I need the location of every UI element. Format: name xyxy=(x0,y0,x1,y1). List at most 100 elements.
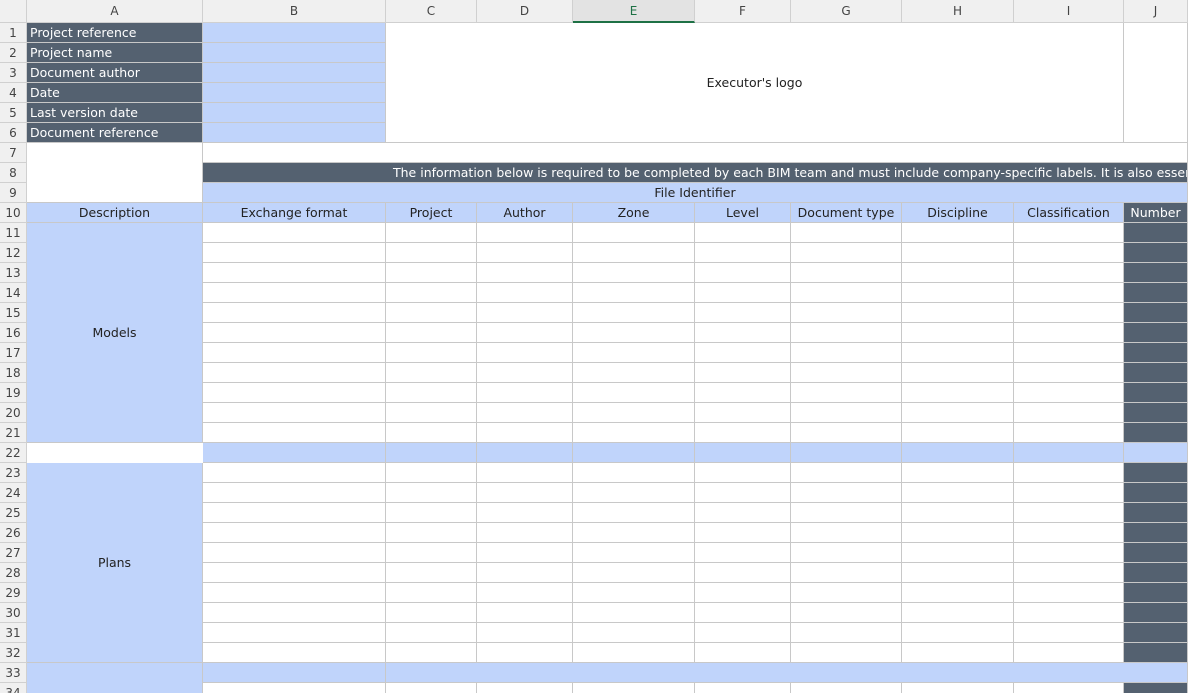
data-cell[interactable] xyxy=(695,283,791,303)
data-cell[interactable] xyxy=(791,563,902,583)
row-header-29[interactable]: 29 xyxy=(0,583,27,603)
data-cell[interactable] xyxy=(477,683,573,693)
row-header-6[interactable]: 6 xyxy=(0,123,27,143)
data-cell[interactable] xyxy=(695,683,791,693)
data-cell[interactable] xyxy=(1124,243,1188,263)
cell-J1[interactable] xyxy=(1124,23,1188,143)
data-cell[interactable] xyxy=(1124,563,1188,583)
row-header-18[interactable]: 18 xyxy=(0,363,27,383)
data-cell[interactable] xyxy=(386,543,477,563)
separator-cell[interactable] xyxy=(386,443,477,463)
data-cell[interactable] xyxy=(1124,343,1188,363)
cell-A7[interactable] xyxy=(27,143,203,203)
row-header-7[interactable]: 7 xyxy=(0,143,27,163)
data-cell[interactable] xyxy=(1014,263,1124,283)
info-value-input[interactable] xyxy=(203,123,386,143)
data-cell[interactable] xyxy=(1124,523,1188,543)
data-cell[interactable] xyxy=(1124,423,1188,443)
column-header-E[interactable]: E xyxy=(573,0,695,23)
data-cell[interactable] xyxy=(386,323,477,343)
info-value-input[interactable] xyxy=(203,83,386,103)
data-cell[interactable] xyxy=(386,403,477,423)
data-cell[interactable] xyxy=(573,383,695,403)
row-header-32[interactable]: 32 xyxy=(0,643,27,663)
row-header-28[interactable]: 28 xyxy=(0,563,27,583)
data-cell[interactable] xyxy=(1124,623,1188,643)
data-cell[interactable] xyxy=(1124,583,1188,603)
separator-cell[interactable] xyxy=(1124,443,1188,463)
data-cell[interactable] xyxy=(386,363,477,383)
separator-cell[interactable] xyxy=(203,663,386,683)
data-cell[interactable] xyxy=(902,543,1014,563)
data-cell[interactable] xyxy=(386,623,477,643)
data-cell[interactable] xyxy=(1014,683,1124,693)
row-header-22[interactable]: 22 xyxy=(0,443,27,463)
data-cell[interactable] xyxy=(1124,363,1188,383)
data-cell[interactable] xyxy=(203,243,386,263)
data-cell[interactable] xyxy=(573,463,695,483)
section-next[interactable] xyxy=(27,663,203,693)
data-cell[interactable] xyxy=(1124,323,1188,343)
data-cell[interactable] xyxy=(477,483,573,503)
data-cell[interactable] xyxy=(386,223,477,243)
data-cell[interactable] xyxy=(203,363,386,383)
data-cell[interactable] xyxy=(573,643,695,663)
data-cell[interactable] xyxy=(203,543,386,563)
row-header-9[interactable]: 9 xyxy=(0,183,27,203)
data-cell[interactable] xyxy=(695,563,791,583)
column-header-C[interactable]: C xyxy=(386,0,477,23)
data-cell[interactable] xyxy=(791,623,902,643)
data-cell[interactable] xyxy=(203,343,386,363)
data-cell[interactable] xyxy=(386,483,477,503)
data-cell[interactable] xyxy=(477,523,573,543)
spreadsheet-grid[interactable]: A B C D E F G H I J 1 2 3 4 5 6 7 8 9 10 11 12 13 14 15 16 17 18 19 2… xyxy=(0,0,1190,693)
data-cell[interactable] xyxy=(477,363,573,383)
separator-cell[interactable] xyxy=(1014,443,1124,463)
data-cell[interactable] xyxy=(695,623,791,643)
data-cell[interactable] xyxy=(902,643,1014,663)
data-cell[interactable] xyxy=(791,363,902,383)
data-cell[interactable] xyxy=(902,583,1014,603)
data-cell[interactable] xyxy=(386,423,477,443)
data-cell[interactable] xyxy=(902,343,1014,363)
data-cell[interactable] xyxy=(573,243,695,263)
data-cell[interactable] xyxy=(203,403,386,423)
data-cell[interactable] xyxy=(902,603,1014,623)
data-cell[interactable] xyxy=(477,303,573,323)
data-cell[interactable] xyxy=(477,623,573,643)
data-cell[interactable] xyxy=(203,603,386,623)
data-cell[interactable] xyxy=(695,403,791,423)
select-all-corner[interactable] xyxy=(0,0,27,23)
data-cell[interactable] xyxy=(573,403,695,423)
data-cell[interactable] xyxy=(573,503,695,523)
data-cell[interactable] xyxy=(902,483,1014,503)
data-cell[interactable] xyxy=(902,523,1014,543)
data-cell[interactable] xyxy=(1014,423,1124,443)
executor-logo-area[interactable]: Executor's logo xyxy=(386,23,1124,143)
data-cell[interactable] xyxy=(791,263,902,283)
data-cell[interactable] xyxy=(386,583,477,603)
data-cell[interactable] xyxy=(386,643,477,663)
data-cell[interactable] xyxy=(1014,223,1124,243)
data-cell[interactable] xyxy=(203,683,386,693)
data-cell[interactable] xyxy=(791,483,902,503)
data-cell[interactable] xyxy=(203,503,386,523)
data-cell[interactable] xyxy=(902,283,1014,303)
data-cell[interactable] xyxy=(573,603,695,623)
separator-cell[interactable] xyxy=(902,443,1014,463)
data-cell[interactable] xyxy=(902,403,1014,423)
data-cell[interactable] xyxy=(695,643,791,663)
data-cell[interactable] xyxy=(1014,283,1124,303)
data-cell[interactable] xyxy=(1014,303,1124,323)
data-cell[interactable] xyxy=(573,483,695,503)
data-cell[interactable] xyxy=(477,503,573,523)
data-cell[interactable] xyxy=(695,423,791,443)
data-cell[interactable] xyxy=(902,503,1014,523)
data-cell[interactable] xyxy=(1014,623,1124,643)
data-cell[interactable] xyxy=(791,463,902,483)
data-cell[interactable] xyxy=(203,323,386,343)
separator-cell[interactable] xyxy=(791,443,902,463)
data-cell[interactable] xyxy=(902,363,1014,383)
data-cell[interactable] xyxy=(1124,543,1188,563)
row-header-2[interactable]: 2 xyxy=(0,43,27,63)
